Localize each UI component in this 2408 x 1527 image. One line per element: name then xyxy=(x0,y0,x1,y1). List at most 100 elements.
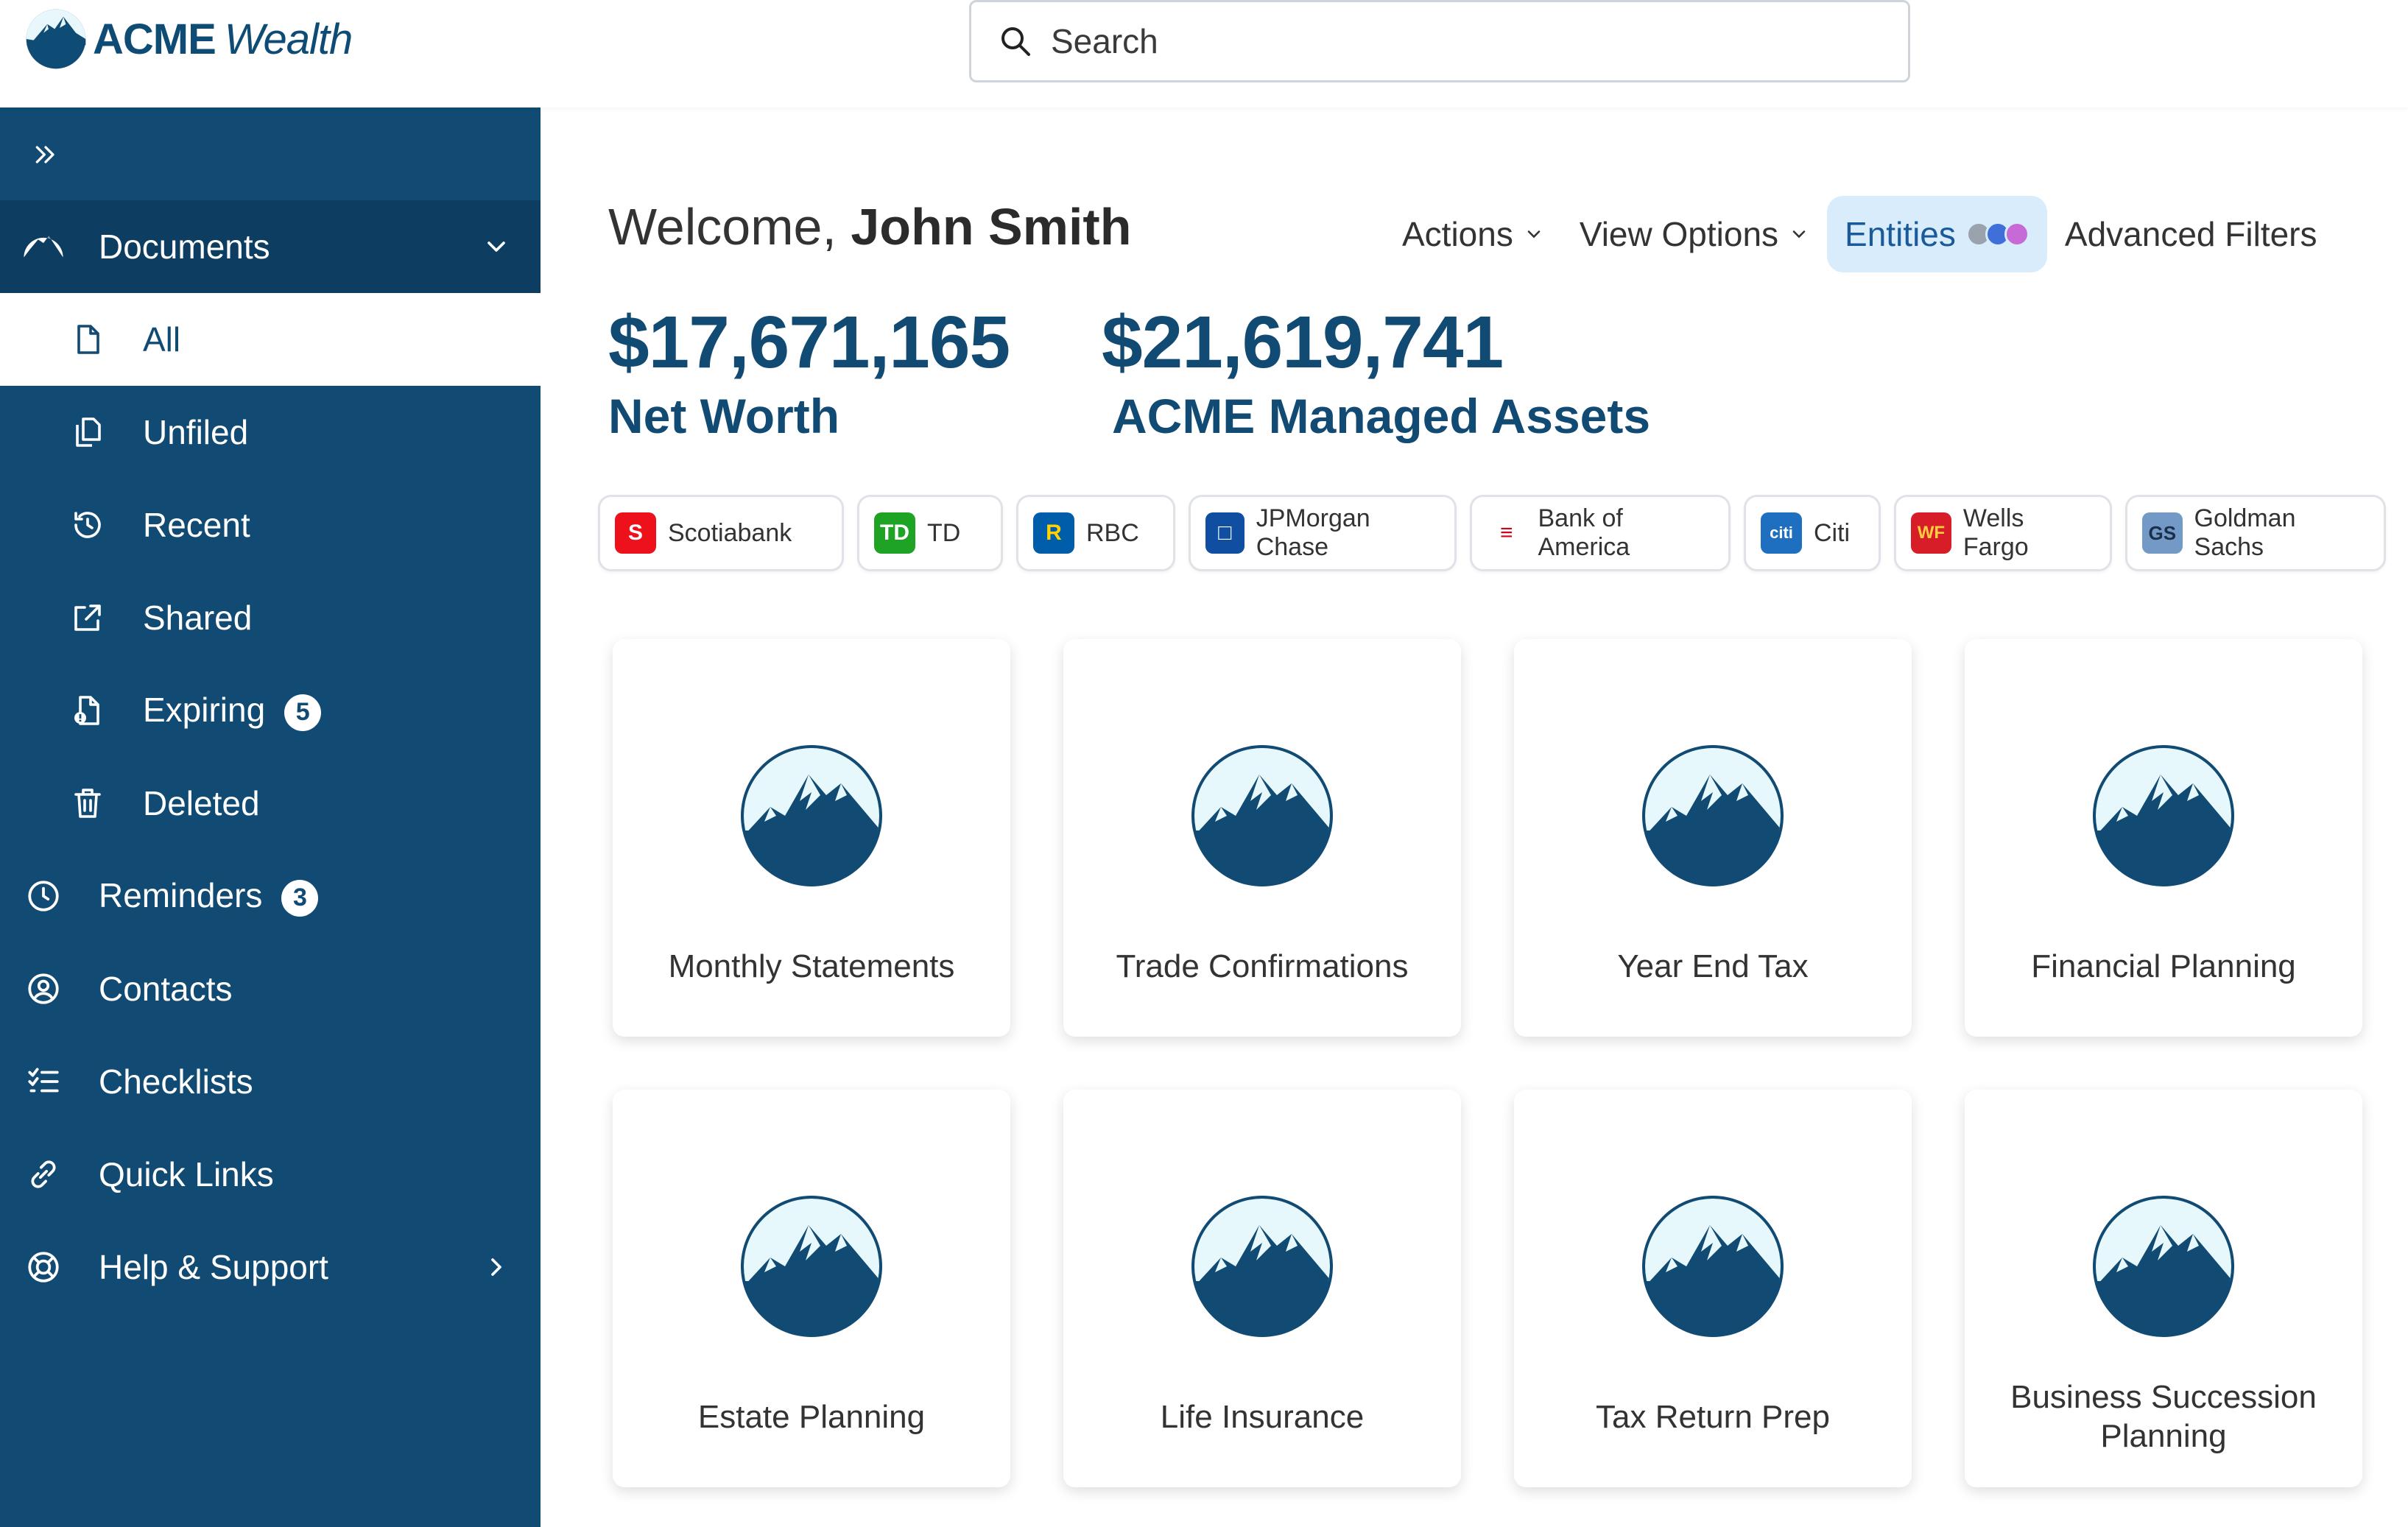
advanced-filters-label: Advanced Filters xyxy=(2064,215,2317,253)
mountain-icon xyxy=(2093,1196,2234,1337)
mountain-logo-icon xyxy=(26,9,86,69)
sidebar-item-label: Unfiled xyxy=(143,413,249,451)
advanced-filters-button[interactable]: Advanced Filters xyxy=(2047,196,2335,272)
chase-logo-icon: □ xyxy=(1205,512,1245,554)
sidebar-item-label: All xyxy=(143,320,181,359)
category-card[interactable]: Trade Confirmations xyxy=(1063,639,1461,1037)
bank-chip-bank-of-america[interactable]: ≡ Bank of America xyxy=(1470,495,1731,571)
mountain-icon xyxy=(741,745,882,886)
net-worth-stat: $17,671,165 Net Worth xyxy=(608,300,1010,444)
sidebar-item-unfiled[interactable]: Unfiled xyxy=(0,386,541,479)
mountain-icon xyxy=(1191,1196,1333,1337)
expiring-count-badge: 5 xyxy=(284,694,322,731)
bank-chip-goldman-sachs[interactable]: GS Goldman Sachs xyxy=(2125,495,2386,571)
mountain-icon xyxy=(22,225,65,268)
view-options-dropdown[interactable]: View Options xyxy=(1562,196,1827,272)
sidebar-item-deleted[interactable]: Deleted xyxy=(0,757,541,850)
category-card-title: Year End Tax xyxy=(1617,948,1809,984)
sidebar-item-label: Reminders xyxy=(99,876,263,915)
entities-label: Entities xyxy=(1845,215,1956,253)
user-name: John Smith xyxy=(851,198,1132,255)
toolbar: Actions View Options Entities Advanced F… xyxy=(1384,196,2335,272)
category-card[interactable]: Financial Planning xyxy=(1965,639,2362,1037)
sidebar: Documents All Unfiled Recent Shared Expi… xyxy=(0,107,541,1527)
chevron-right-icon xyxy=(491,1258,501,1276)
td-logo-icon: TD xyxy=(874,512,915,554)
category-card-title: Financial Planning xyxy=(2031,948,2296,984)
history-icon xyxy=(66,504,109,546)
sidebar-item-label: Help & Support xyxy=(99,1248,328,1286)
welcome-heading: Welcome, John Smith xyxy=(608,197,1131,256)
sidebar-item-label: Deleted xyxy=(143,784,260,822)
bank-chip-label: Scotiabank xyxy=(668,518,792,547)
bank-chip-scotiabank[interactable]: S Scotiabank xyxy=(598,495,844,571)
bank-chip-td[interactable]: TD TD xyxy=(857,495,1003,571)
sidebar-item-label: Shared xyxy=(143,599,253,637)
sidebar-item-contacts[interactable]: Contacts xyxy=(0,942,541,1035)
net-worth-value: $17,671,165 xyxy=(608,301,1010,384)
bank-chip-label: Goldman Sachs xyxy=(2194,504,2296,561)
sidebar-item-label: Documents xyxy=(99,228,270,266)
category-card[interactable]: Monthly Statements xyxy=(613,639,1010,1037)
logo-text: ACME Wealth xyxy=(93,15,353,64)
bank-chip-jpmorgan-chase[interactable]: □ JPMorgan Chase xyxy=(1189,495,1457,571)
category-card[interactable]: Year End Tax xyxy=(1514,639,1912,1037)
entities-button[interactable]: Entities xyxy=(1827,196,2047,272)
reminders-count-badge: 3 xyxy=(281,879,319,917)
sidebar-item-all[interactable]: All xyxy=(0,293,541,386)
bank-chip-wells-fargo[interactable]: WF Wells Fargo xyxy=(1894,495,2112,571)
sidebar-item-checklists[interactable]: Checklists xyxy=(0,1035,541,1128)
bank-chip-label: JPMorgan Chase xyxy=(1256,504,1370,561)
sidebar-item-expiring[interactable]: Expiring 5 xyxy=(0,664,541,757)
mountain-icon xyxy=(1191,745,1333,886)
checklist-icon xyxy=(22,1060,65,1103)
scotiabank-logo-icon: S xyxy=(615,512,656,554)
sidebar-item-shared[interactable]: Shared xyxy=(0,571,541,664)
entity-dot xyxy=(2004,222,2029,247)
file-alert-icon xyxy=(66,689,109,732)
net-worth-label: Net Worth xyxy=(608,389,840,443)
bank-of-america-logo-icon: ≡ xyxy=(1487,512,1527,554)
category-card-title: Trade Confirmations xyxy=(1116,948,1409,984)
category-card-title: Life Insurance xyxy=(1160,1398,1365,1435)
managed-assets-stat: $21,619,741 ACME Managed Assets xyxy=(1102,300,1650,444)
entity-avatars xyxy=(1965,222,2029,247)
search-bar[interactable] xyxy=(969,0,1910,82)
mountain-icon xyxy=(2093,745,2234,886)
sidebar-item-documents[interactable]: Documents xyxy=(0,200,541,293)
sidebar-item-reminders[interactable]: Reminders 3 xyxy=(0,850,541,942)
document-category-grid: Monthly Statements Trade Confirmations Y… xyxy=(613,639,2362,1487)
wells-fargo-logo-icon: WF xyxy=(1911,512,1951,554)
bank-chip-label: Citi xyxy=(1814,518,1851,547)
sidebar-item-label: Quick Links xyxy=(99,1155,274,1193)
sidebar-item-recent[interactable]: Recent xyxy=(0,479,541,571)
bank-chip-citi[interactable]: citi Citi xyxy=(1744,495,1881,571)
mountain-icon xyxy=(1642,1196,1784,1337)
category-card[interactable]: Estate Planning xyxy=(613,1090,1010,1487)
expand-sidebar-button[interactable] xyxy=(25,134,66,175)
file-icon xyxy=(66,318,109,361)
mountain-icon xyxy=(741,1196,882,1337)
category-card[interactable]: Life Insurance xyxy=(1063,1090,1461,1487)
category-card[interactable]: Business Succession Planning xyxy=(1965,1090,2362,1487)
chevron-down-icon xyxy=(1527,230,1541,239)
actions-dropdown[interactable]: Actions xyxy=(1384,196,1562,272)
actions-label: Actions xyxy=(1402,215,1513,253)
welcome-prefix: Welcome, xyxy=(608,198,837,255)
sidebar-item-help[interactable]: Help & Support xyxy=(0,1221,541,1313)
bank-chip-label: TD xyxy=(927,518,961,547)
lifebuoy-icon xyxy=(22,1246,65,1288)
bank-chip-rbc[interactable]: R RBC xyxy=(1016,495,1175,571)
search-input[interactable] xyxy=(1051,21,1861,61)
chevron-down-icon xyxy=(487,241,505,252)
sidebar-item-label: Expiring xyxy=(143,691,266,730)
sidebar-item-quick-links[interactable]: Quick Links xyxy=(0,1128,541,1221)
rbc-logo-icon: R xyxy=(1033,512,1074,554)
main-content: Welcome, John Smith Actions View Options… xyxy=(541,107,2408,1527)
bank-filter-chips: S Scotiabank TD TD R RBC □ JPMorgan Chas… xyxy=(598,495,2386,571)
category-card[interactable]: Tax Return Prep xyxy=(1514,1090,1912,1487)
bank-chip-label: Wells Fargo xyxy=(1962,504,2029,561)
category-card-title: Monthly Statements xyxy=(668,948,955,984)
acme-logo[interactable]: ACME Wealth xyxy=(25,7,353,71)
sidebar-item-label-wrap: Reminders 3 xyxy=(99,875,319,917)
